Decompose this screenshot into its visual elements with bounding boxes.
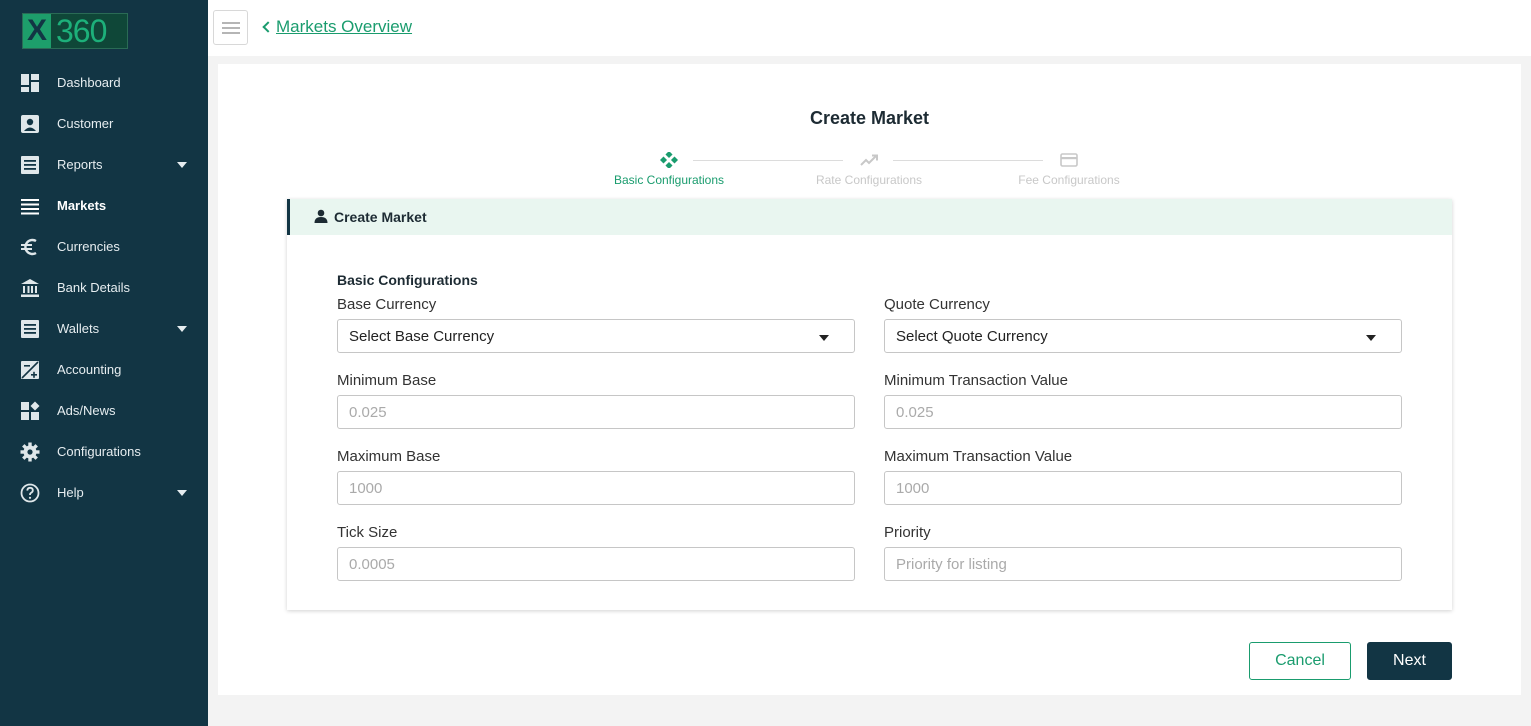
priority-input[interactable] <box>884 547 1402 581</box>
credit-card-icon <box>1060 153 1078 167</box>
next-button[interactable]: Next <box>1367 642 1452 680</box>
back-to-markets-overview-link[interactable]: Markets Overview <box>262 17 412 37</box>
quote-currency-value: Select Quote Currency <box>896 328 1048 345</box>
accounting-icon <box>21 360 39 379</box>
tick-size-label: Tick Size <box>337 524 398 541</box>
chevron-down-icon <box>177 325 187 332</box>
sidebar-item-label: Markets <box>57 198 107 213</box>
chevron-down-icon <box>177 489 187 496</box>
sidebar-item-reports[interactable]: Reports <box>0 144 208 185</box>
cancel-button[interactable]: Cancel <box>1249 642 1351 680</box>
base-currency-value: Select Base Currency <box>349 328 495 345</box>
bank-icon <box>21 278 39 297</box>
sidebar-item-label: Currencies <box>57 239 120 254</box>
sidebar-item-accounting[interactable]: Accounting <box>0 349 208 390</box>
hamburger-menu-button[interactable] <box>213 10 248 45</box>
puzzle-icon <box>660 152 678 168</box>
chevron-left-icon <box>262 21 274 33</box>
gear-icon <box>20 442 40 461</box>
sidebar-item-label: Reports <box>57 157 103 172</box>
hamburger-line <box>222 32 240 34</box>
chevron-down-icon <box>177 161 187 168</box>
hamburger-line <box>222 27 240 29</box>
maximum-transaction-value-label: Maximum Transaction Value <box>884 448 1073 465</box>
hamburger-line <box>222 22 240 24</box>
logo-x: X <box>23 14 51 48</box>
main-content: Create Market Basic Configurations Rate … <box>218 64 1521 695</box>
sidebar-item-label: Configurations <box>57 444 141 459</box>
step-basic-configurations[interactable]: Basic Configurations <box>589 152 749 187</box>
maximum-transaction-value-input[interactable] <box>884 471 1402 505</box>
step-label: Fee Configurations <box>1018 173 1120 187</box>
sidebar-item-label: Customer <box>57 116 114 131</box>
sidebar-item-wallets[interactable]: Wallets <box>0 308 208 349</box>
sidebar-item-label: Accounting <box>57 362 122 377</box>
logo-number: 360 <box>56 13 107 49</box>
sidebar-item-label: Ads/News <box>57 403 116 418</box>
section-title: Basic Configurations <box>337 272 478 288</box>
sidebar-item-configurations[interactable]: Configurations <box>0 431 208 472</box>
euro-icon <box>21 238 37 255</box>
minimum-base-input[interactable] <box>337 395 855 429</box>
sidebar: X 360 Dashboard Customer Reports Markets… <box>0 0 208 726</box>
sidebar-item-label: Dashboard <box>57 75 121 90</box>
minimum-transaction-value-input[interactable] <box>884 395 1402 429</box>
chevron-down-icon <box>819 335 829 341</box>
step-label: Rate Configurations <box>815 173 923 187</box>
panel-header: Create Market <box>287 199 1452 235</box>
sidebar-item-dashboard[interactable]: Dashboard <box>0 62 208 103</box>
quote-currency-label: Quote Currency <box>884 296 990 313</box>
tick-size-input[interactable] <box>337 547 855 581</box>
page-title: Create Market <box>809 108 930 128</box>
customer-icon <box>21 114 39 133</box>
ads-news-icon <box>21 401 40 420</box>
trending-up-icon <box>860 154 878 166</box>
maximum-base-label: Maximum Base <box>337 448 441 465</box>
sidebar-item-markets[interactable]: Markets <box>0 185 208 226</box>
sidebar-item-currencies[interactable]: Currencies <box>0 226 208 267</box>
top-bar: Markets Overview <box>208 0 1531 56</box>
base-currency-label: Base Currency <box>337 296 437 313</box>
sidebar-item-label: Wallets <box>57 321 100 336</box>
dashboard-icon <box>21 73 39 92</box>
sidebar-item-help[interactable]: Help <box>0 472 208 513</box>
step-fee-configurations[interactable]: Fee Configurations <box>989 152 1149 187</box>
step-rate-configurations[interactable]: Rate Configurations <box>789 152 949 187</box>
help-icon <box>20 483 40 502</box>
panel-title: Create Market <box>334 209 427 225</box>
markets-icon <box>21 198 39 214</box>
priority-label: Priority <box>884 524 931 541</box>
reports-icon <box>21 155 39 174</box>
brand-logo[interactable]: X 360 <box>22 13 128 49</box>
sidebar-item-label: Help <box>57 485 84 500</box>
sidebar-item-ads-news[interactable]: Ads/News <box>0 390 208 431</box>
create-market-form-panel: Create Market Basic Configurations Base … <box>287 199 1452 610</box>
minimum-transaction-value-label: Minimum Transaction Value <box>884 372 1068 389</box>
back-link-label: Markets Overview <box>276 17 413 36</box>
chevron-down-icon <box>1366 335 1376 341</box>
sidebar-item-bank-details[interactable]: Bank Details <box>0 267 208 308</box>
sidebar-item-label: Bank Details <box>57 280 130 295</box>
step-label: Basic Configurations <box>613 173 725 187</box>
base-currency-select[interactable]: Select Base Currency <box>337 319 855 353</box>
user-icon <box>314 209 328 223</box>
sidebar-item-customer[interactable]: Customer <box>0 103 208 144</box>
quote-currency-select[interactable]: Select Quote Currency <box>884 319 1402 353</box>
wallets-icon <box>21 319 39 338</box>
maximum-base-input[interactable] <box>337 471 855 505</box>
minimum-base-label: Minimum Base <box>337 372 437 389</box>
